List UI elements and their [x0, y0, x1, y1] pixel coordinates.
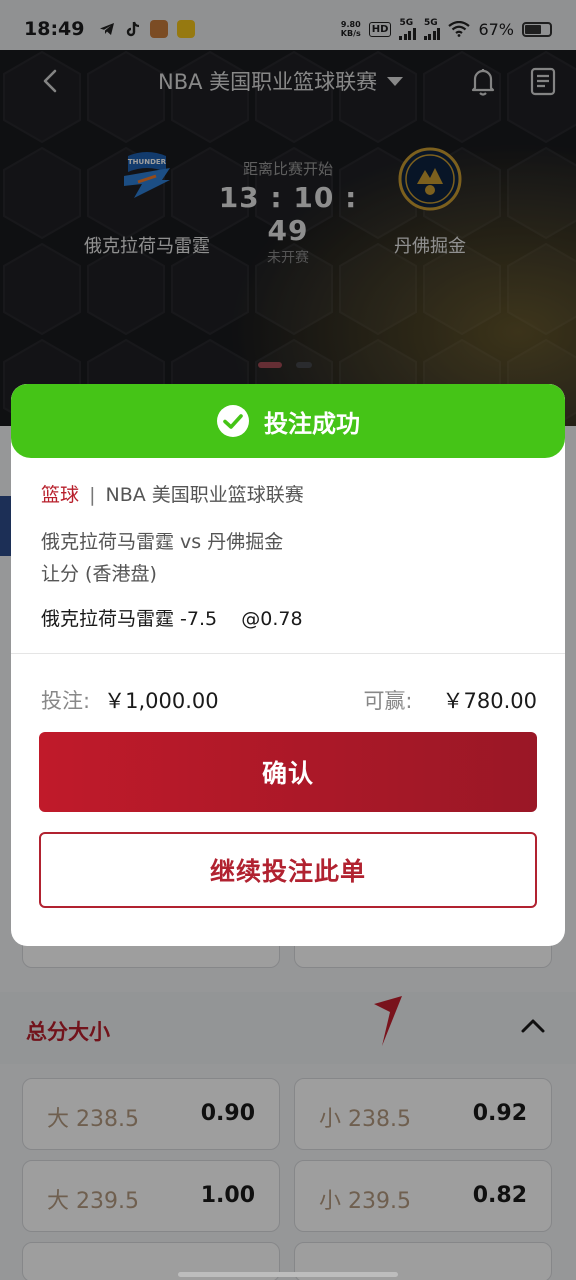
- bet-separator: |: [89, 484, 96, 506]
- bet-league: NBA 美国职业篮球联赛: [105, 484, 304, 506]
- bet-market: 让分 (香港盘): [41, 563, 157, 585]
- bet-league-line: 篮球 | NBA 美国职业篮球联赛: [41, 480, 535, 507]
- dialog-title: 投注成功: [264, 409, 360, 438]
- confirm-button[interactable]: 确认: [39, 732, 537, 812]
- home-indicator[interactable]: [178, 1272, 398, 1277]
- amount-row: 投注: ￥1,000.00 可赢: ￥780.00: [41, 684, 537, 716]
- check-circle-icon: [217, 405, 249, 437]
- continue-betting-button[interactable]: 继续投注此单: [39, 832, 537, 908]
- stake-value: ￥1,000.00: [104, 689, 219, 713]
- payout-value: ￥780.00: [442, 689, 537, 713]
- bet-match: 俄克拉荷马雷霆 vs 丹佛掘金 让分 (香港盘): [41, 526, 535, 590]
- payout-label: 可赢:: [363, 689, 413, 713]
- bet-success-dialog: 投注成功 篮球 | NBA 美国职业篮球联赛 俄克拉荷马雷霆 vs 丹佛掘金 让…: [11, 384, 565, 946]
- bet-details: 篮球 | NBA 美国职业篮球联赛 俄克拉荷马雷霆 vs 丹佛掘金 让分 (香港…: [11, 458, 565, 631]
- dialog-header: 投注成功: [11, 384, 565, 458]
- stake-label: 投注:: [41, 689, 91, 713]
- divider: [11, 653, 565, 654]
- bet-matchup: 俄克拉荷马雷霆 vs 丹佛掘金: [41, 531, 284, 553]
- payout: 可赢: ￥780.00: [363, 685, 537, 715]
- bet-selection: 俄克拉荷马雷霆 -7.5 @0.78: [41, 608, 303, 630]
- bet-sport: 篮球: [41, 484, 80, 506]
